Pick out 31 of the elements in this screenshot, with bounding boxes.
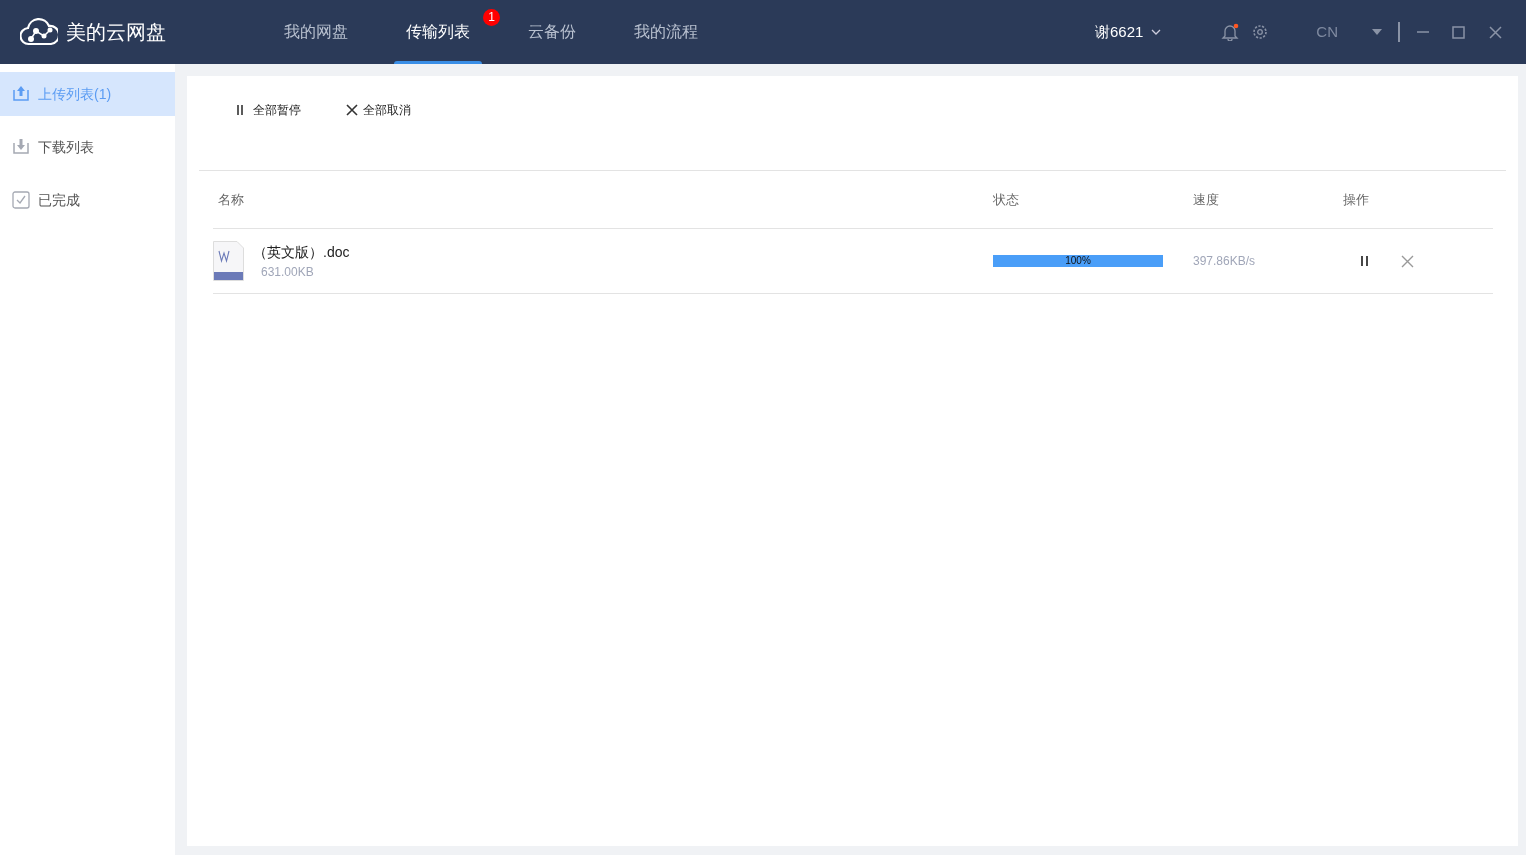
transfer-speed: 397.86KB/s: [1193, 253, 1257, 270]
bell-icon[interactable]: [1221, 23, 1240, 41]
maximize-icon[interactable]: [1452, 25, 1465, 39]
nav-tab[interactable]: 我的网盘: [272, 0, 360, 64]
pause-icon[interactable]: [1359, 255, 1371, 267]
language-label: CN: [1316, 21, 1338, 42]
close-icon[interactable]: [1401, 254, 1414, 268]
column-header: 操作: [1343, 190, 1370, 209]
user-menu[interactable]: 谢6621: [1088, 19, 1168, 45]
close-icon: [345, 103, 359, 117]
app-title: 美的云网盘: [66, 20, 166, 45]
close-icon[interactable]: [1489, 25, 1502, 39]
checkbox-icon: [12, 191, 30, 209]
column-header: 名称: [217, 190, 245, 209]
cloud-logo-icon: [20, 17, 58, 47]
nav-tab[interactable]: 我的流程: [622, 0, 710, 64]
progress-reading: 100%: [1064, 255, 1092, 267]
dropdown-icon[interactable]: [1372, 29, 1382, 35]
file-name: （英文版）.doc: [253, 242, 350, 262]
file-size: 631.00KB: [261, 263, 315, 281]
download-icon: [12, 138, 30, 156]
column-header: 状态: [993, 190, 1020, 209]
column-header: 速度: [1193, 190, 1220, 209]
upload-icon: [12, 85, 30, 103]
nav-tab[interactable]: 云备份: [516, 0, 588, 64]
cancel-all-button[interactable]: 全部取消: [345, 100, 411, 120]
word-file-icon: [213, 241, 244, 281]
count-badge: 1: [483, 9, 500, 26]
chevron-down-icon: [1151, 29, 1162, 35]
pause-all-button[interactable]: 全部暂停: [235, 100, 301, 120]
settings-icon[interactable]: [1252, 24, 1269, 40]
